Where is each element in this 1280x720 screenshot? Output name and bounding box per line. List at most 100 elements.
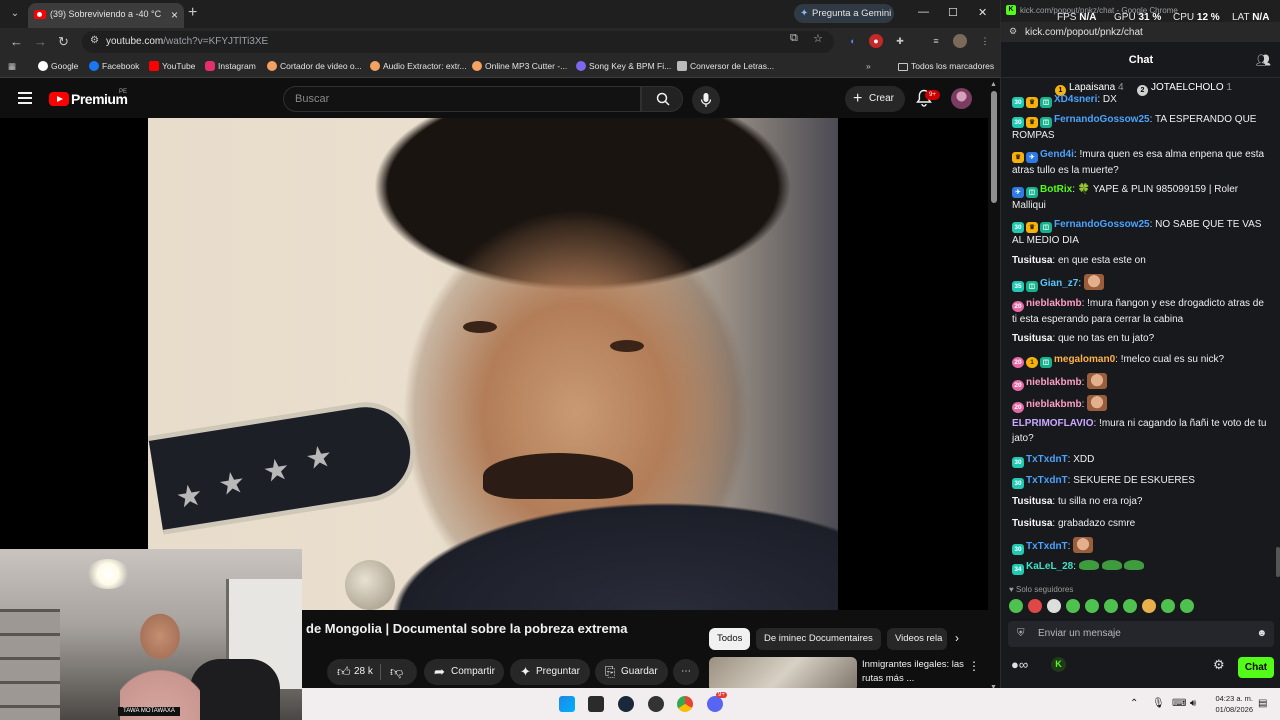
chat-username[interactable]: ELPRIMOFLAVIO [1012,418,1093,429]
chat-username[interactable]: Gend4i [1040,149,1074,160]
chat-username[interactable]: BotRix [1040,184,1072,195]
chat-username[interactable]: Gian_z7 [1040,278,1078,289]
chip-channel[interactable]: De iminec Documentaires [756,628,881,650]
page-scrollbar-thumb[interactable] [991,91,997,203]
bookmark-video-cutter[interactable]: Cortador de video o... [267,61,362,71]
thumbs-down-icon[interactable]: 👎︎ [390,659,403,685]
steam-icon[interactable] [618,696,634,712]
create-button[interactable]: + Crear [845,86,905,112]
tab-search-icon[interactable]: ⌄ [6,5,24,23]
recommended-more-icon[interactable]: ⋮ [968,659,980,673]
address-bar[interactable]: ⚙ youtube.com/watch?v=KFYJTlTi3XE [82,31,834,53]
discord-icon[interactable] [707,696,723,712]
emote-icon[interactable] [1047,599,1061,613]
all-bookmarks[interactable]: Todos los marcadores [898,61,994,71]
emote-icon[interactable] [1142,599,1156,613]
emoji-picker-icon[interactable]: ☻ [1256,621,1267,647]
extensions-puzzle-icon[interactable]: ✚ [893,34,907,48]
chat-username[interactable]: TxTxdnT [1026,454,1068,465]
like-button[interactable]: 👍︎ 28 k 👎︎ [327,659,417,685]
chat-username[interactable]: nieblakbmb [1026,377,1082,388]
extension-red-icon[interactable]: ● [869,34,883,48]
browser-menu-icon[interactable]: ⋮ [978,34,992,48]
bookmark-star-icon[interactable]: ☆ [813,32,823,45]
maximize-button[interactable]: ☐ [948,6,958,19]
page-scrollbar[interactable]: ▲ ▼ [988,79,1000,692]
bookmark-youtube[interactable]: YouTube [149,61,195,71]
network-icon[interactable]: ⌨ [1172,698,1186,709]
ask-button[interactable]: ✦ Preguntar [510,659,590,685]
chip-all[interactable]: Todos [709,628,751,650]
chat-scrollbar[interactable] [1275,92,1280,582]
chat-username[interactable]: Tusitusa [1012,496,1052,507]
save-button[interactable]: ⎘ Guardar [595,659,668,685]
video-player[interactable]: ★ ★ ★ ★ [0,118,988,610]
start-icon[interactable] [559,696,575,712]
hamburger-menu-icon[interactable] [18,92,32,104]
chat-users-icon[interactable]: 👥︎ [1256,53,1271,67]
chat-username[interactable]: FernandoGossow25 [1054,219,1150,230]
reload-icon[interactable]: ↻ [58,34,69,50]
more-bookmarks-icon[interactable]: » [866,61,871,71]
youtube-logo-icon[interactable] [49,92,69,106]
bookmark-song-key[interactable]: Song Key & BPM Fi... [576,61,671,71]
bookmark-audio-extractor[interactable]: Audio Extractor: extr... [370,61,467,71]
forward-icon[interactable]: → [34,34,47,49]
tray-overflow-icon[interactable]: ⌃ [1130,698,1138,709]
emote-icon[interactable] [1161,599,1175,613]
notification-center-icon[interactable]: ▤ [1258,698,1267,709]
recommended-thumbnail[interactable] [709,657,857,692]
send-chat-button[interactable]: Chat [1238,657,1274,678]
chat-username[interactable]: Tusitusa [1012,255,1052,266]
emote-icon[interactable] [1028,599,1042,613]
tab-close-icon[interactable]: × [171,8,178,22]
chat-username[interactable]: nieblakbmb [1026,399,1082,410]
chat-username[interactable]: megaloman0 [1054,354,1115,365]
voice-search-button[interactable] [692,86,720,114]
site-info-icon[interactable]: ⚙ [90,35,99,46]
emote-icon[interactable] [1180,599,1194,613]
emote-icon[interactable] [1009,599,1023,613]
system-clock[interactable]: 04:23 a. m. 01/08/2026 [1207,693,1253,715]
bookmark-instagram[interactable]: Instagram [205,61,256,71]
bookmark-google[interactable]: Google [38,61,78,71]
share-button[interactable]: ➦ Compartir [424,659,504,685]
volume-icon[interactable]: 🔊︎ [1190,698,1196,709]
chat-settings-gear-icon[interactable]: ⚙ [1213,657,1225,673]
install-app-icon[interactable]: ⧉ [790,32,798,45]
profile-avatar-icon[interactable] [953,34,967,48]
gemini-button[interactable]: ✦ Pregunta a Gemini [794,4,894,23]
emote-icon[interactable] [1123,599,1137,613]
account-avatar[interactable] [951,88,972,109]
chat-username[interactable]: TxTxdnT [1026,475,1068,486]
site-settings-icon[interactable]: ⚙ [1009,26,1017,37]
search-input[interactable]: Buscar [283,86,641,112]
emote-icon[interactable] [1104,599,1118,613]
media-controls-icon[interactable]: ≡ [929,34,943,48]
chip-related[interactable]: Videos rela [887,628,947,650]
chips-next-chevron-icon[interactable]: › [955,631,959,645]
obs-icon[interactable] [648,696,664,712]
minimize-button[interactable]: — [918,6,929,18]
apps-grid-icon[interactable]: ▦ [8,61,16,72]
search-button[interactable] [641,86,683,112]
more-actions-button[interactable]: ⋯ [673,659,699,685]
emote-icon[interactable] [1066,599,1080,613]
bookmark-conversor[interactable]: Conversor de Letras... [677,61,774,71]
chat-scrollbar-thumb[interactable] [1276,547,1280,577]
chat-username[interactable]: nieblakbmb [1026,298,1082,309]
close-window-button[interactable]: ✕ [978,6,987,19]
chat-message-input[interactable]: ⛨ Enviar un mensaje ☻ [1008,621,1274,647]
kick-logo-icon[interactable]: K [1051,657,1066,672]
extension-audio-icon[interactable]: ◖ [845,34,859,48]
chat-username[interactable]: KaLeL_28 [1026,561,1073,572]
back-icon[interactable]: ← [10,34,23,49]
emote-icon[interactable] [1085,599,1099,613]
chat-username[interactable]: Tusitusa [1012,333,1052,344]
chat-address-bar[interactable]: ⚙ kick.com/popout/pnkz/chat [1001,22,1280,42]
chat-username[interactable]: XD4sneri [1054,94,1097,105]
new-tab-button[interactable]: + [188,4,197,22]
file-explorer-icon[interactable] [588,696,604,712]
bookmark-mp3-cutter[interactable]: Online MP3 Cutter -... [472,61,567,71]
chat-username[interactable]: FernandoGossow25 [1054,114,1150,125]
